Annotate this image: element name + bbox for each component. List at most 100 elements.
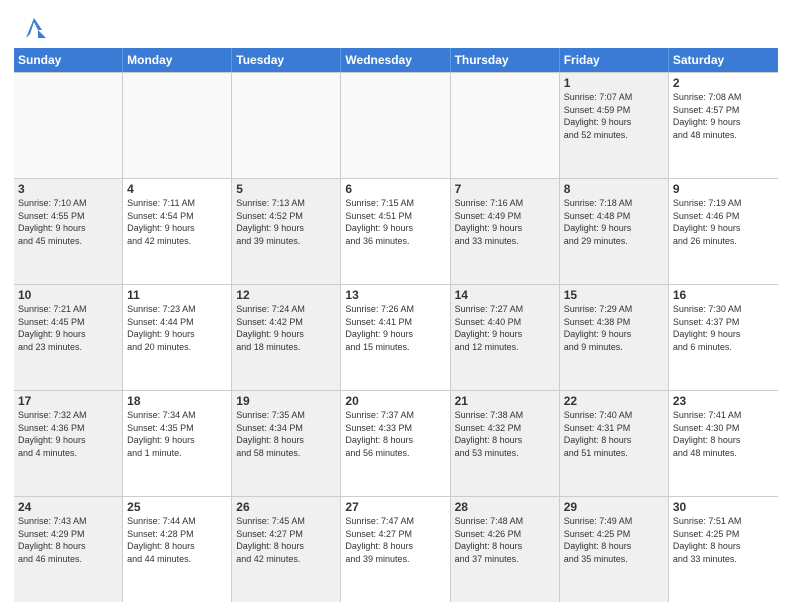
day-info: Sunrise: 7:44 AM Sunset: 4:28 PM Dayligh… — [127, 515, 227, 565]
day-number: 15 — [564, 288, 664, 302]
day-info: Sunrise: 7:32 AM Sunset: 4:36 PM Dayligh… — [18, 409, 118, 459]
day-number: 19 — [236, 394, 336, 408]
day-number: 5 — [236, 182, 336, 196]
day-info: Sunrise: 7:18 AM Sunset: 4:48 PM Dayligh… — [564, 197, 664, 247]
empty-cell-0-1 — [123, 73, 232, 178]
day-cell-23: 23Sunrise: 7:41 AM Sunset: 4:30 PM Dayli… — [669, 391, 778, 496]
day-number: 28 — [455, 500, 555, 514]
day-cell-27: 27Sunrise: 7:47 AM Sunset: 4:27 PM Dayli… — [341, 497, 450, 602]
day-cell-6: 6Sunrise: 7:15 AM Sunset: 4:51 PM Daylig… — [341, 179, 450, 284]
day-info: Sunrise: 7:41 AM Sunset: 4:30 PM Dayligh… — [673, 409, 774, 459]
day-info: Sunrise: 7:35 AM Sunset: 4:34 PM Dayligh… — [236, 409, 336, 459]
calendar-row-5: 24Sunrise: 7:43 AM Sunset: 4:29 PM Dayli… — [14, 497, 778, 602]
empty-cell-0-3 — [341, 73, 450, 178]
day-cell-15: 15Sunrise: 7:29 AM Sunset: 4:38 PM Dayli… — [560, 285, 669, 390]
day-info: Sunrise: 7:15 AM Sunset: 4:51 PM Dayligh… — [345, 197, 445, 247]
day-info: Sunrise: 7:27 AM Sunset: 4:40 PM Dayligh… — [455, 303, 555, 353]
day-number: 7 — [455, 182, 555, 196]
day-info: Sunrise: 7:13 AM Sunset: 4:52 PM Dayligh… — [236, 197, 336, 247]
day-cell-9: 9Sunrise: 7:19 AM Sunset: 4:46 PM Daylig… — [669, 179, 778, 284]
empty-cell-0-0 — [14, 73, 123, 178]
day-info: Sunrise: 7:47 AM Sunset: 4:27 PM Dayligh… — [345, 515, 445, 565]
calendar: SundayMondayTuesdayWednesdayThursdayFrid… — [14, 48, 778, 602]
day-cell-20: 20Sunrise: 7:37 AM Sunset: 4:33 PM Dayli… — [341, 391, 450, 496]
weekday-header-tuesday: Tuesday — [232, 48, 341, 72]
day-cell-7: 7Sunrise: 7:16 AM Sunset: 4:49 PM Daylig… — [451, 179, 560, 284]
day-info: Sunrise: 7:29 AM Sunset: 4:38 PM Dayligh… — [564, 303, 664, 353]
day-number: 21 — [455, 394, 555, 408]
day-cell-25: 25Sunrise: 7:44 AM Sunset: 4:28 PM Dayli… — [123, 497, 232, 602]
weekday-header-saturday: Saturday — [669, 48, 778, 72]
day-info: Sunrise: 7:38 AM Sunset: 4:32 PM Dayligh… — [455, 409, 555, 459]
header — [14, 10, 778, 42]
page: SundayMondayTuesdayWednesdayThursdayFrid… — [0, 0, 792, 612]
day-number: 10 — [18, 288, 118, 302]
day-info: Sunrise: 7:24 AM Sunset: 4:42 PM Dayligh… — [236, 303, 336, 353]
day-number: 3 — [18, 182, 118, 196]
day-number: 9 — [673, 182, 774, 196]
day-number: 16 — [673, 288, 774, 302]
day-info: Sunrise: 7:07 AM Sunset: 4:59 PM Dayligh… — [564, 91, 664, 141]
day-cell-2: 2Sunrise: 7:08 AM Sunset: 4:57 PM Daylig… — [669, 73, 778, 178]
day-info: Sunrise: 7:30 AM Sunset: 4:37 PM Dayligh… — [673, 303, 774, 353]
day-cell-5: 5Sunrise: 7:13 AM Sunset: 4:52 PM Daylig… — [232, 179, 341, 284]
day-info: Sunrise: 7:34 AM Sunset: 4:35 PM Dayligh… — [127, 409, 227, 459]
logo — [14, 10, 50, 42]
day-info: Sunrise: 7:08 AM Sunset: 4:57 PM Dayligh… — [673, 91, 774, 141]
calendar-row-2: 3Sunrise: 7:10 AM Sunset: 4:55 PM Daylig… — [14, 179, 778, 285]
day-cell-16: 16Sunrise: 7:30 AM Sunset: 4:37 PM Dayli… — [669, 285, 778, 390]
day-info: Sunrise: 7:51 AM Sunset: 4:25 PM Dayligh… — [673, 515, 774, 565]
day-number: 27 — [345, 500, 445, 514]
weekday-header-thursday: Thursday — [451, 48, 560, 72]
day-number: 25 — [127, 500, 227, 514]
weekday-header-sunday: Sunday — [14, 48, 123, 72]
day-cell-12: 12Sunrise: 7:24 AM Sunset: 4:42 PM Dayli… — [232, 285, 341, 390]
day-cell-11: 11Sunrise: 7:23 AM Sunset: 4:44 PM Dayli… — [123, 285, 232, 390]
day-number: 17 — [18, 394, 118, 408]
calendar-header: SundayMondayTuesdayWednesdayThursdayFrid… — [14, 48, 778, 72]
calendar-row-3: 10Sunrise: 7:21 AM Sunset: 4:45 PM Dayli… — [14, 285, 778, 391]
day-cell-8: 8Sunrise: 7:18 AM Sunset: 4:48 PM Daylig… — [560, 179, 669, 284]
day-number: 2 — [673, 76, 774, 90]
day-cell-28: 28Sunrise: 7:48 AM Sunset: 4:26 PM Dayli… — [451, 497, 560, 602]
day-info: Sunrise: 7:45 AM Sunset: 4:27 PM Dayligh… — [236, 515, 336, 565]
weekday-header-friday: Friday — [560, 48, 669, 72]
day-info: Sunrise: 7:37 AM Sunset: 4:33 PM Dayligh… — [345, 409, 445, 459]
day-cell-24: 24Sunrise: 7:43 AM Sunset: 4:29 PM Dayli… — [14, 497, 123, 602]
day-number: 1 — [564, 76, 664, 90]
empty-cell-0-2 — [232, 73, 341, 178]
logo-icon — [18, 10, 50, 42]
day-info: Sunrise: 7:26 AM Sunset: 4:41 PM Dayligh… — [345, 303, 445, 353]
day-cell-26: 26Sunrise: 7:45 AM Sunset: 4:27 PM Dayli… — [232, 497, 341, 602]
day-info: Sunrise: 7:19 AM Sunset: 4:46 PM Dayligh… — [673, 197, 774, 247]
calendar-row-1: 1Sunrise: 7:07 AM Sunset: 4:59 PM Daylig… — [14, 72, 778, 179]
day-info: Sunrise: 7:10 AM Sunset: 4:55 PM Dayligh… — [18, 197, 118, 247]
day-number: 4 — [127, 182, 227, 196]
day-number: 24 — [18, 500, 118, 514]
day-number: 18 — [127, 394, 227, 408]
day-number: 29 — [564, 500, 664, 514]
day-cell-4: 4Sunrise: 7:11 AM Sunset: 4:54 PM Daylig… — [123, 179, 232, 284]
day-number: 6 — [345, 182, 445, 196]
day-cell-14: 14Sunrise: 7:27 AM Sunset: 4:40 PM Dayli… — [451, 285, 560, 390]
day-cell-17: 17Sunrise: 7:32 AM Sunset: 4:36 PM Dayli… — [14, 391, 123, 496]
weekday-header-monday: Monday — [123, 48, 232, 72]
calendar-row-4: 17Sunrise: 7:32 AM Sunset: 4:36 PM Dayli… — [14, 391, 778, 497]
day-cell-13: 13Sunrise: 7:26 AM Sunset: 4:41 PM Dayli… — [341, 285, 450, 390]
day-cell-19: 19Sunrise: 7:35 AM Sunset: 4:34 PM Dayli… — [232, 391, 341, 496]
day-info: Sunrise: 7:43 AM Sunset: 4:29 PM Dayligh… — [18, 515, 118, 565]
day-cell-30: 30Sunrise: 7:51 AM Sunset: 4:25 PM Dayli… — [669, 497, 778, 602]
day-cell-3: 3Sunrise: 7:10 AM Sunset: 4:55 PM Daylig… — [14, 179, 123, 284]
day-number: 13 — [345, 288, 445, 302]
day-number: 8 — [564, 182, 664, 196]
calendar-body: 1Sunrise: 7:07 AM Sunset: 4:59 PM Daylig… — [14, 72, 778, 602]
day-cell-21: 21Sunrise: 7:38 AM Sunset: 4:32 PM Dayli… — [451, 391, 560, 496]
day-number: 22 — [564, 394, 664, 408]
day-cell-10: 10Sunrise: 7:21 AM Sunset: 4:45 PM Dayli… — [14, 285, 123, 390]
day-cell-1: 1Sunrise: 7:07 AM Sunset: 4:59 PM Daylig… — [560, 73, 669, 178]
day-number: 11 — [127, 288, 227, 302]
day-cell-22: 22Sunrise: 7:40 AM Sunset: 4:31 PM Dayli… — [560, 391, 669, 496]
day-number: 23 — [673, 394, 774, 408]
day-number: 14 — [455, 288, 555, 302]
weekday-header-wednesday: Wednesday — [341, 48, 450, 72]
